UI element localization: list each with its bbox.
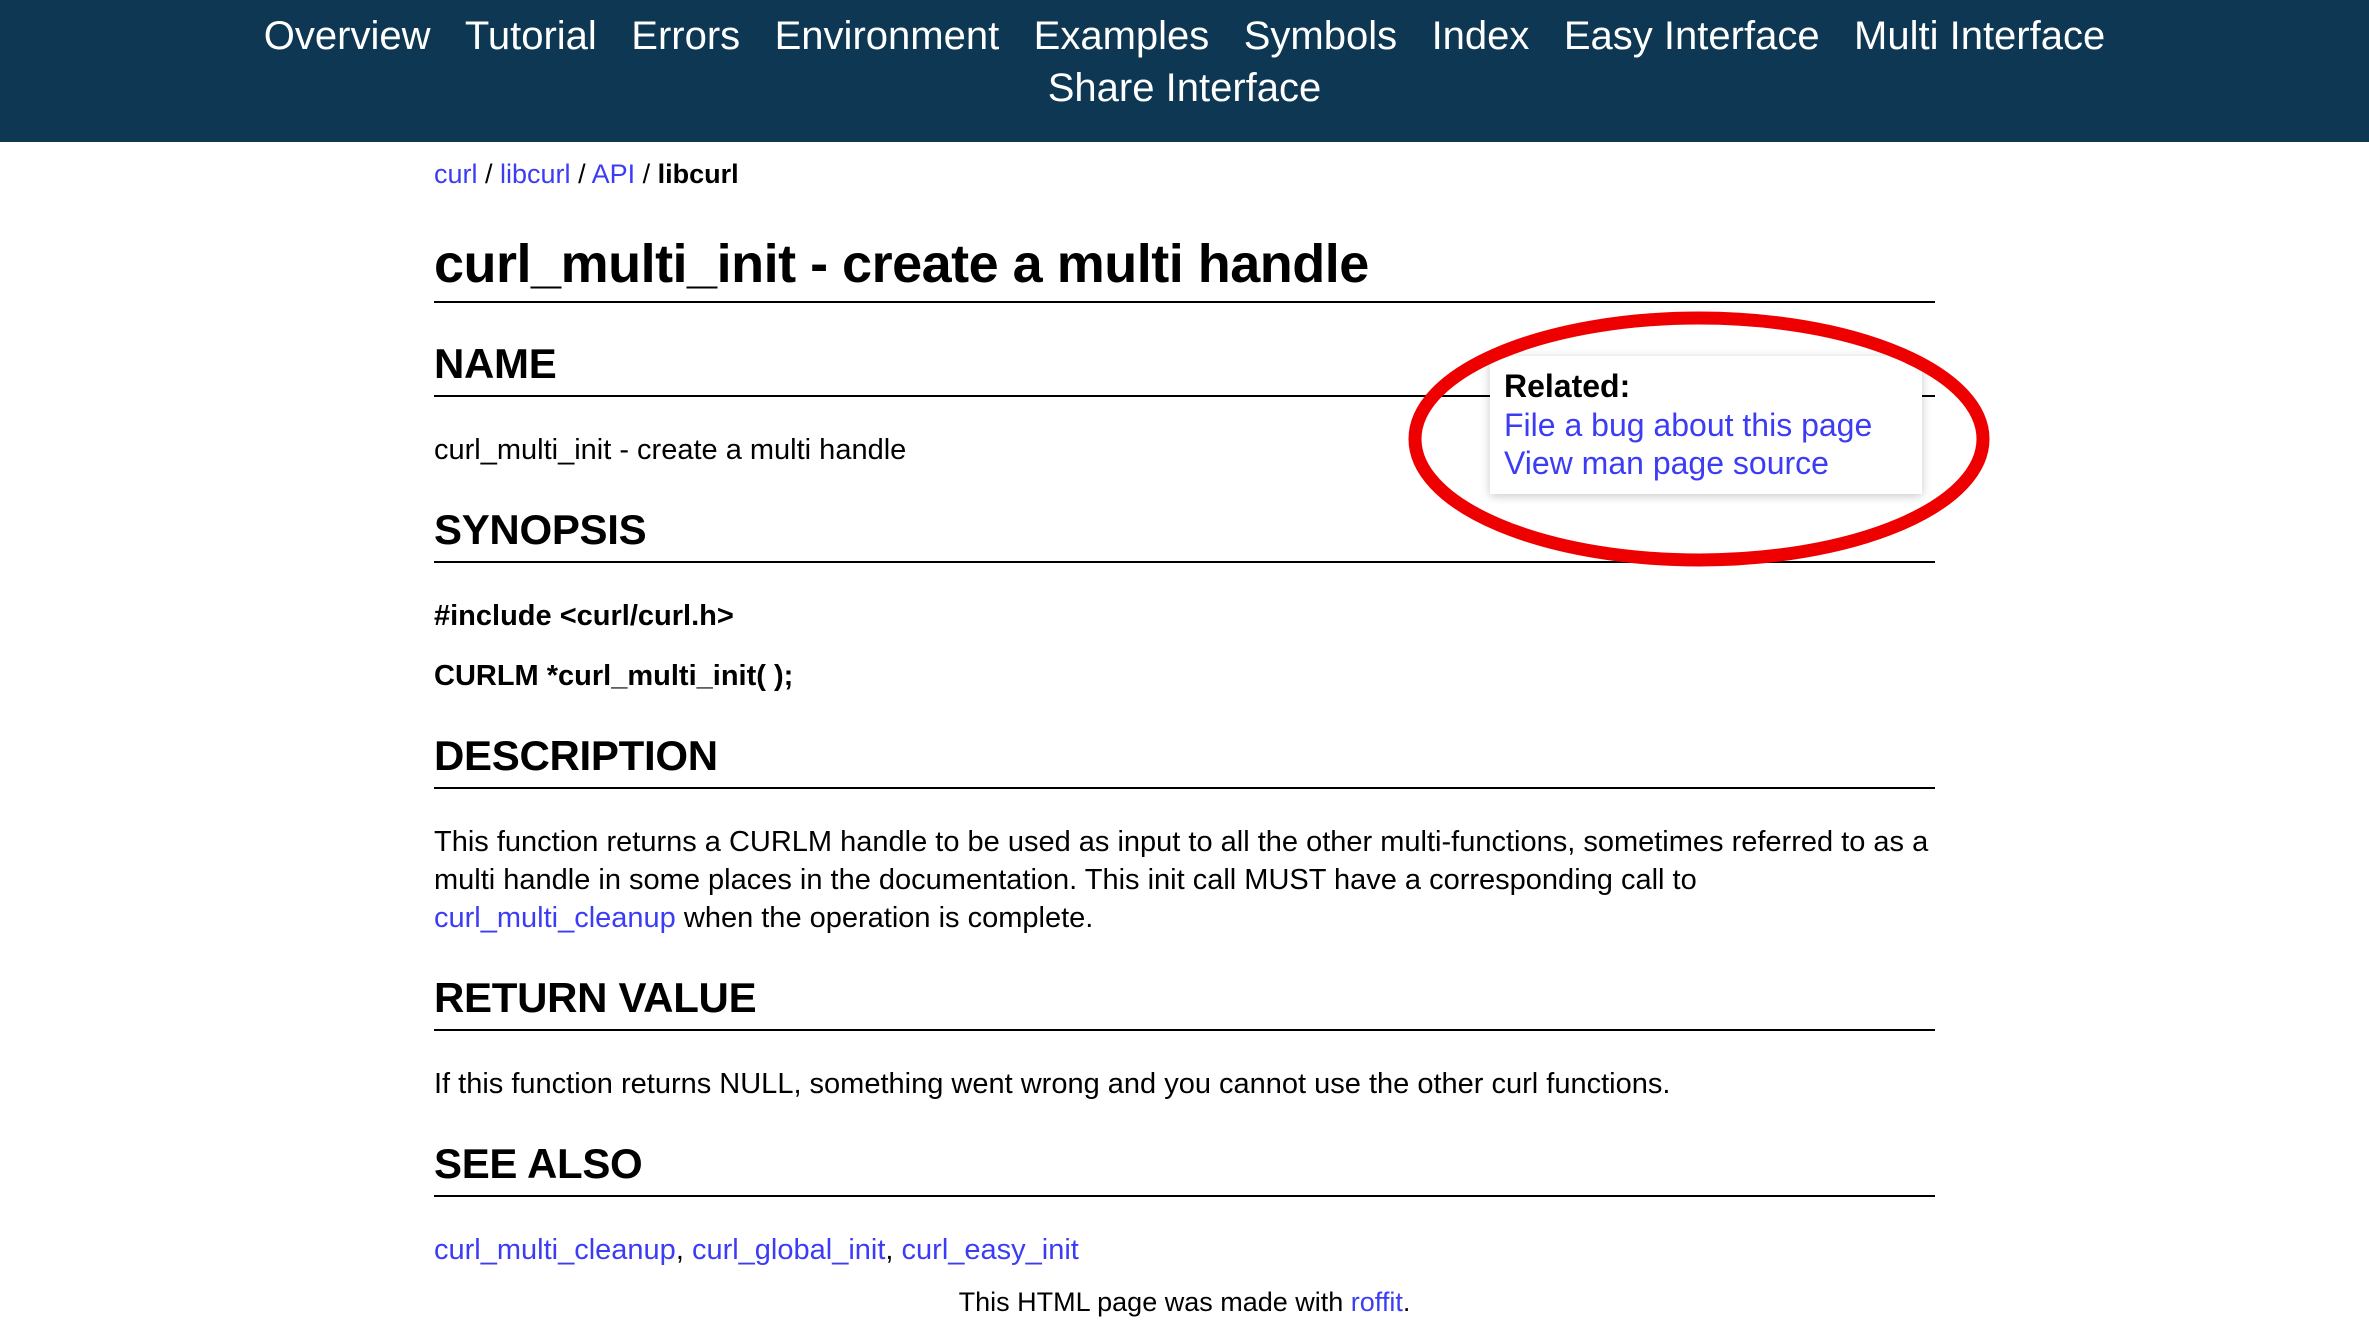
breadcrumb-separator: / [635, 159, 658, 189]
link-curl-multi-cleanup-inline[interactable]: curl_multi_cleanup [434, 902, 676, 934]
section-heading-see-also: SEE ALSO [434, 1140, 643, 1187]
nav-item-multi-interface[interactable]: Multi Interface [1839, 10, 2120, 62]
page-footer: This HTML page was made with roffit. [0, 1286, 2369, 1318]
related-link-file-a-bug[interactable]: File a bug about this page [1504, 406, 1908, 444]
section-body-return-value: If this function returns NULL, something… [434, 1068, 1671, 1100]
nav-row-secondary: Share Interface [0, 62, 2369, 114]
section-body-see-also: curl_multi_cleanup, curl_global_init, cu… [434, 1231, 1935, 1269]
footer-link-roffit[interactable]: roffit [1351, 1287, 1403, 1317]
footer-text-before: This HTML page was made with [958, 1287, 1351, 1317]
synopsis-include-line: #include <curl/curl.h> [434, 600, 734, 632]
nav-item-easy-interface[interactable]: Easy Interface [1549, 10, 1835, 62]
section-body-description: This function returns a CURLM handle to … [434, 823, 1935, 937]
breadcrumb-item-libcurl[interactable]: libcurl [500, 159, 571, 189]
nav-item-environment[interactable]: Environment [760, 10, 1015, 62]
page-title: curl_multi_init - create a multi handle [434, 234, 1369, 294]
nav-item-tutorial[interactable]: Tutorial [450, 10, 612, 62]
breadcrumb-separator: / [477, 159, 501, 189]
breadcrumb: curl / libcurl / API / libcurl [434, 142, 1935, 189]
nav-item-errors[interactable]: Errors [616, 10, 755, 62]
see-also-link-curl-global-init[interactable]: curl_global_init [692, 1234, 885, 1266]
breadcrumb-item-curl[interactable]: curl [434, 159, 478, 189]
see-also-separator: , [675, 1234, 692, 1266]
nav-item-index[interactable]: Index [1417, 10, 1545, 62]
nav-row-primary: Overview Tutorial Errors Environment Exa… [0, 10, 2369, 62]
description-text-part1: This function returns a CURLM handle to … [434, 826, 1929, 896]
description-text-part2: when the operation is complete. [675, 902, 1094, 934]
synopsis-signature-line: CURLM *curl_multi_init( ); [434, 660, 794, 692]
breadcrumb-separator: / [570, 159, 592, 189]
see-also-link-curl-multi-cleanup[interactable]: curl_multi_cleanup [434, 1234, 676, 1266]
related-link-view-man-page-source[interactable]: View man page source [1504, 444, 1908, 482]
top-navigation-bar: Overview Tutorial Errors Environment Exa… [0, 0, 2369, 142]
related-box: Related: File a bug about this page View… [1490, 356, 1922, 494]
breadcrumb-item-api[interactable]: API [592, 159, 636, 189]
related-box-title: Related: [1504, 368, 1631, 404]
nav-item-symbols[interactable]: Symbols [1229, 10, 1412, 62]
section-heading-return-value: RETURN VALUE [434, 974, 757, 1021]
nav-item-overview[interactable]: Overview [249, 10, 446, 62]
section-heading-description: DESCRIPTION [434, 732, 718, 779]
main-content: curl / libcurl / API / libcurl curl_mult… [434, 142, 1935, 1269]
breadcrumb-item-current: libcurl [657, 159, 739, 189]
see-also-separator: , [885, 1234, 902, 1266]
nav-item-share-interface[interactable]: Share Interface [1033, 62, 1337, 114]
section-heading-synopsis: SYNOPSIS [434, 506, 647, 553]
nav-item-examples[interactable]: Examples [1019, 10, 1225, 62]
see-also-link-curl-easy-init[interactable]: curl_easy_init [902, 1234, 1079, 1266]
footer-text-after: . [1402, 1287, 1411, 1317]
